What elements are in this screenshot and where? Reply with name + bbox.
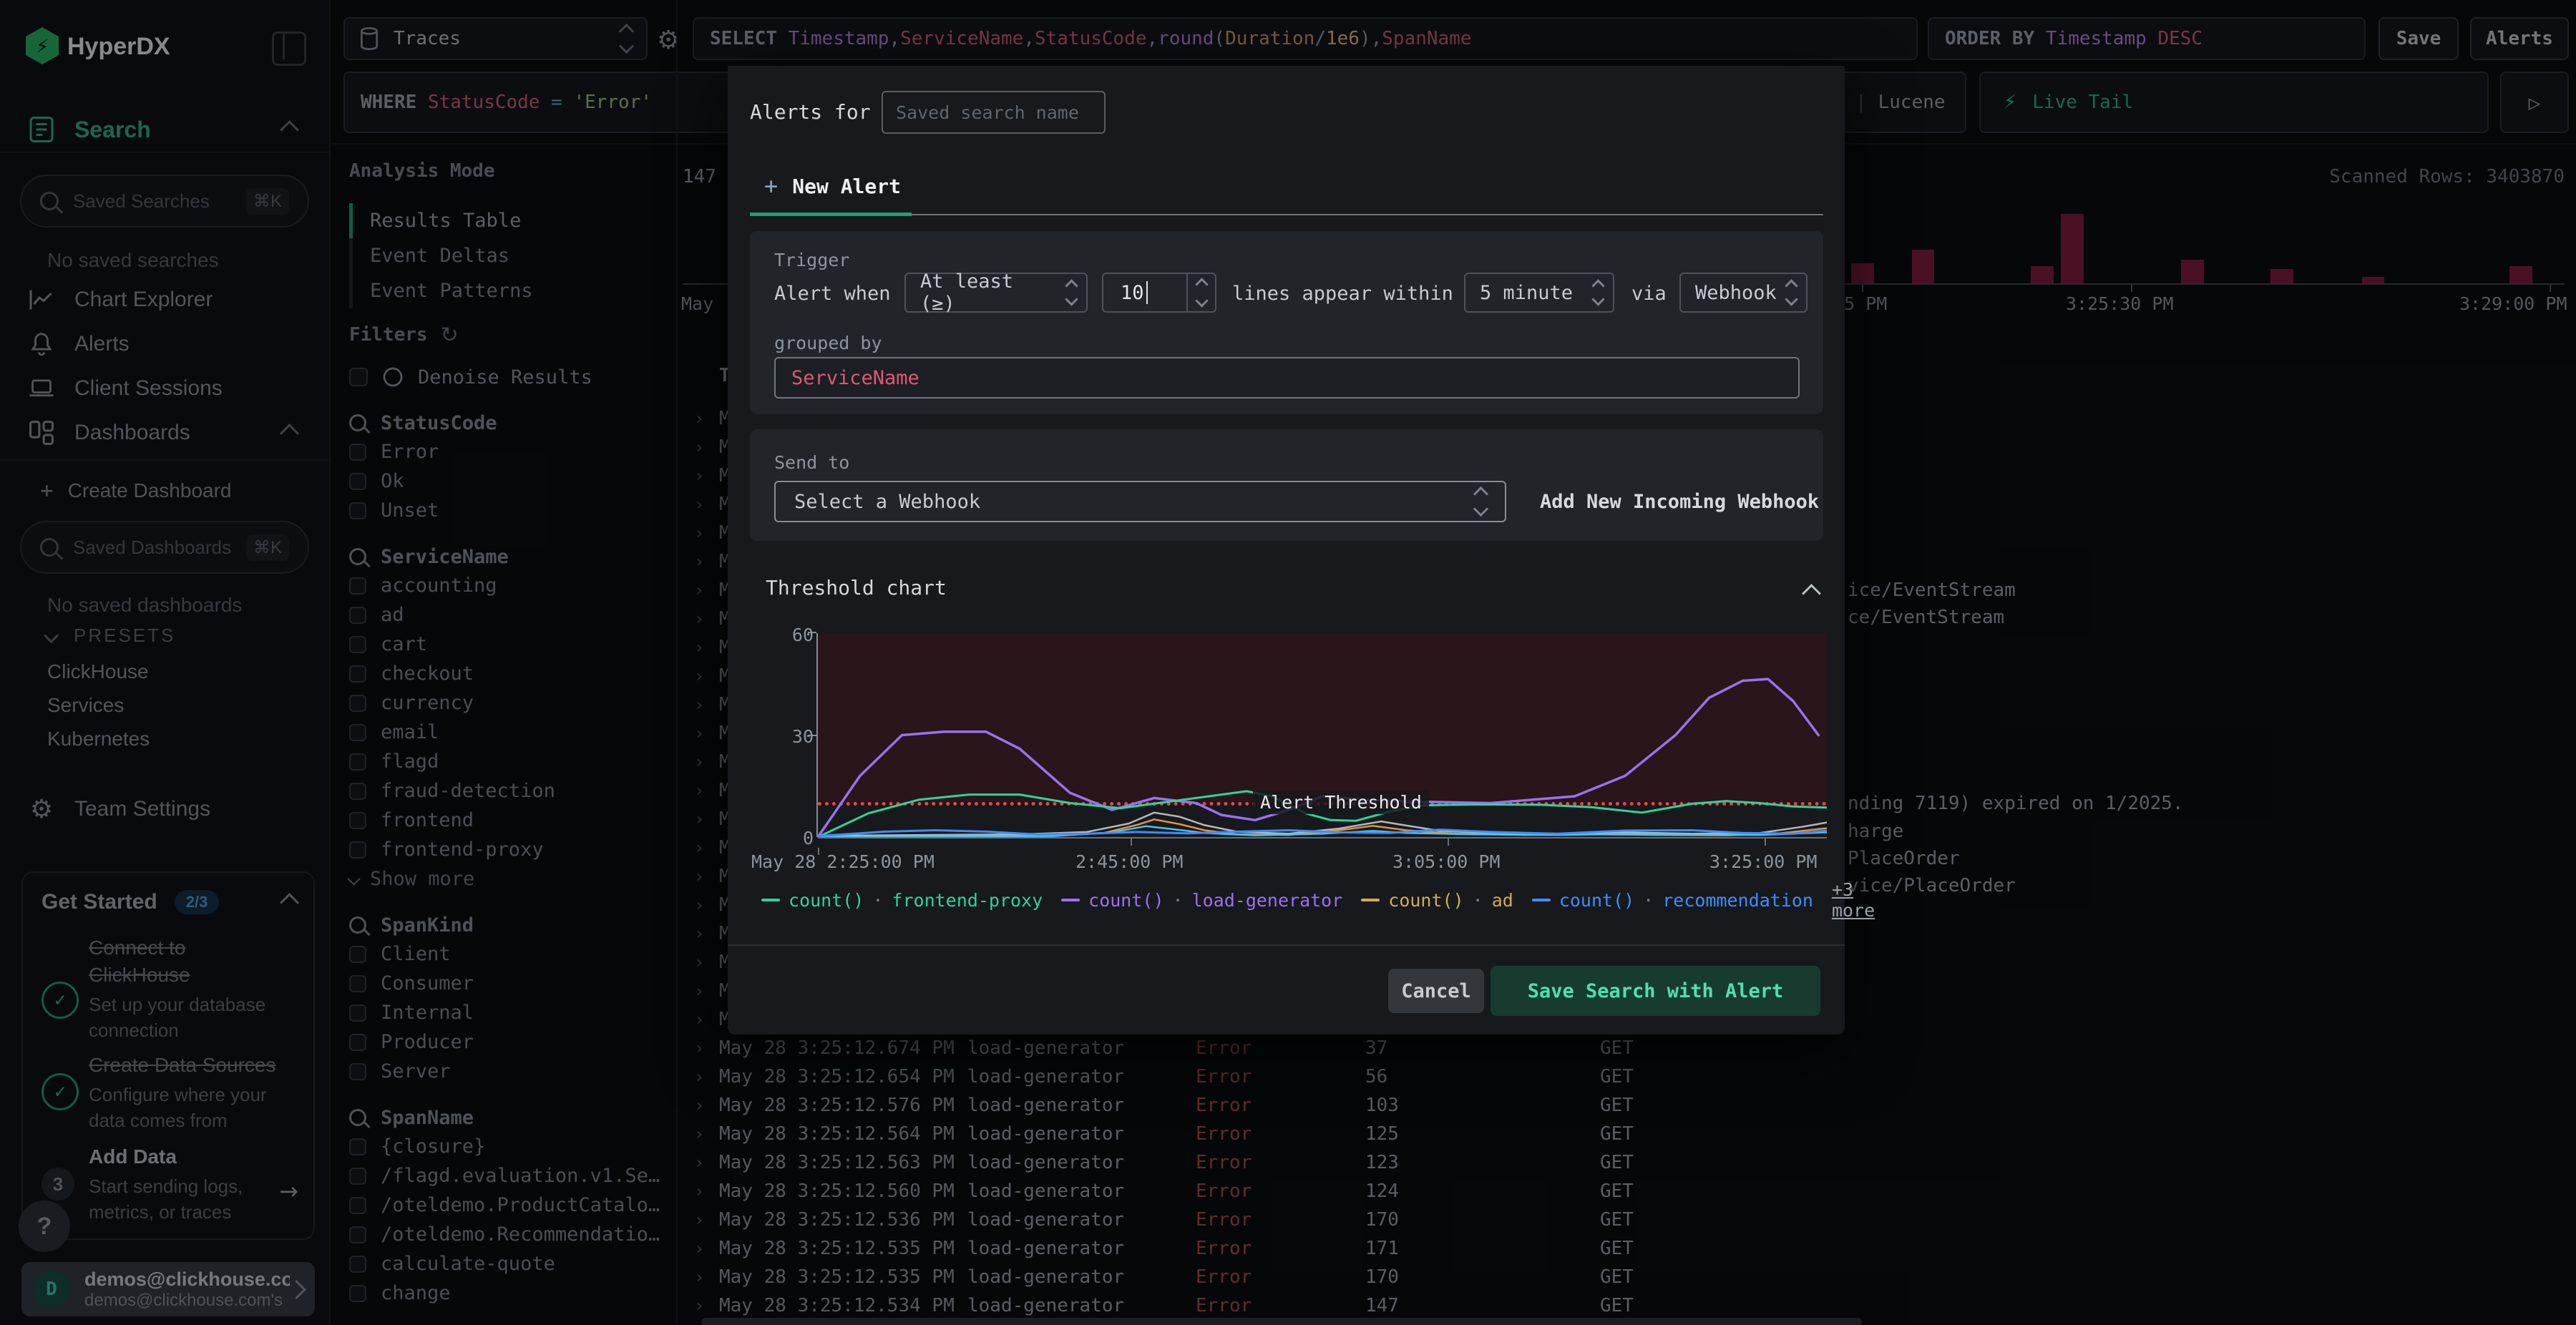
collapse-chart-chevron-icon[interactable] bbox=[1802, 584, 1821, 603]
hyperdx-app: ⚡ HyperDX Search Saved Searches ⌘K No sa… bbox=[0, 0, 2576, 1325]
trigger-label: Trigger bbox=[774, 250, 850, 270]
select-updown-icon bbox=[1473, 486, 1489, 517]
alert-threshold-label: Alert Threshold bbox=[1253, 791, 1429, 814]
y-tick-0: 0 bbox=[802, 828, 814, 849]
legend-dot: · bbox=[1172, 889, 1184, 911]
save-search-with-alert-button[interactable]: Save Search with Alert bbox=[1491, 966, 1820, 1016]
saved-search-name-placeholder: Saved search name bbox=[896, 102, 1079, 123]
legend-dash-icon bbox=[1361, 899, 1380, 901]
add-webhook-button[interactable]: Add New Incoming Webhook bbox=[1540, 491, 1819, 513]
threshold-chart-plot: 60 30 0 Alert Threshold May 28 2:25:00 P… bbox=[751, 625, 1827, 872]
alert-when-label: Alert when bbox=[774, 283, 891, 305]
window-select[interactable]: 5 minute bbox=[1464, 273, 1614, 313]
select-updown-icon bbox=[1065, 279, 1078, 306]
window-value: 5 minute bbox=[1480, 281, 1574, 304]
legend-agg: count() bbox=[1088, 889, 1164, 911]
tab-label: New Alert bbox=[792, 174, 901, 198]
legend-agg: count() bbox=[789, 889, 864, 911]
threshold-number-input[interactable]: 10 bbox=[1102, 273, 1216, 313]
grouped-by-input[interactable]: ServiceName bbox=[774, 357, 1800, 399]
comparator-value: At least (≥) bbox=[920, 270, 1014, 315]
legend-agg: count() bbox=[1558, 889, 1635, 911]
y-tick-60: 60 bbox=[791, 625, 814, 645]
legend-dot: · bbox=[1643, 889, 1654, 911]
threshold-chart-title: Threshold chart bbox=[766, 576, 947, 600]
legend-dash-icon bbox=[1531, 899, 1551, 901]
legend-group-name: frontend-proxy bbox=[892, 889, 1043, 911]
legend-dot: · bbox=[1472, 889, 1483, 911]
x-tick-3: 3:05:00 PM bbox=[1392, 851, 1501, 872]
trigger-card: Trigger Alert when At least (≥) 10 lines… bbox=[750, 231, 1823, 414]
x-tick-1: May 28 2:25:00 PM bbox=[751, 851, 935, 872]
number-stepper[interactable] bbox=[1186, 274, 1215, 311]
comparator-select[interactable]: At least (≥) bbox=[904, 270, 1088, 315]
saved-search-name-input[interactable]: Saved search name bbox=[882, 91, 1106, 134]
x-tick-4: 3:25:00 PM bbox=[1709, 851, 1818, 872]
legend-entry[interactable]: count() · recommendation bbox=[1531, 889, 1813, 911]
legend-agg: count() bbox=[1388, 889, 1464, 911]
dialog-title: Alerts for bbox=[750, 100, 871, 124]
y-tick-30: 30 bbox=[791, 726, 814, 747]
cancel-button[interactable]: Cancel bbox=[1388, 969, 1484, 1013]
lines-appear-label: lines appear within bbox=[1232, 283, 1453, 305]
legend-group-name: recommendation bbox=[1662, 889, 1813, 911]
x-tick-2: 2:45:00 PM bbox=[1075, 851, 1184, 872]
active-tab-indicator bbox=[750, 212, 912, 216]
threshold-value: 10 bbox=[1121, 281, 1144, 304]
text-caret bbox=[1146, 281, 1148, 304]
send-to-card: Send to Select a Webhook Add New Incomin… bbox=[750, 429, 1823, 541]
grouped-by-value: ServiceName bbox=[791, 366, 919, 389]
grouped-by-label: grouped by bbox=[774, 333, 882, 353]
legend-dash-icon bbox=[1061, 899, 1080, 901]
select-updown-icon bbox=[1591, 279, 1605, 306]
tab-underline bbox=[912, 214, 1823, 215]
send-to-label: Send to bbox=[774, 452, 850, 473]
legend-entry[interactable]: count() · ad bbox=[1361, 890, 1513, 911]
tab-new-alert[interactable]: + New Alert bbox=[764, 172, 901, 200]
chart-legend: count() · frontend-proxy count() · load-gener… bbox=[761, 879, 1875, 921]
legend-dot: · bbox=[872, 889, 884, 911]
channel-select[interactable]: Webhook bbox=[1679, 273, 1807, 313]
legend-more-button[interactable]: +3 more bbox=[1832, 879, 1875, 921]
webhook-select[interactable]: Select a Webhook bbox=[774, 481, 1506, 522]
legend-group-name: ad bbox=[1491, 889, 1513, 911]
legend-group-name: load-generator bbox=[1191, 889, 1343, 911]
legend-dash-icon bbox=[761, 899, 780, 901]
channel-value: Webhook bbox=[1695, 281, 1777, 304]
select-updown-icon bbox=[1785, 279, 1798, 306]
plus-icon: + bbox=[764, 172, 779, 200]
alert-dialog: Alerts for Saved search name + New Alert… bbox=[728, 66, 1875, 1035]
legend-entry[interactable]: count() · frontend-proxy bbox=[761, 890, 1043, 911]
via-label: via bbox=[1631, 283, 1667, 305]
legend-entry[interactable]: count() · load-generator bbox=[1061, 890, 1342, 911]
webhook-select-value: Select a Webhook bbox=[794, 490, 981, 513]
